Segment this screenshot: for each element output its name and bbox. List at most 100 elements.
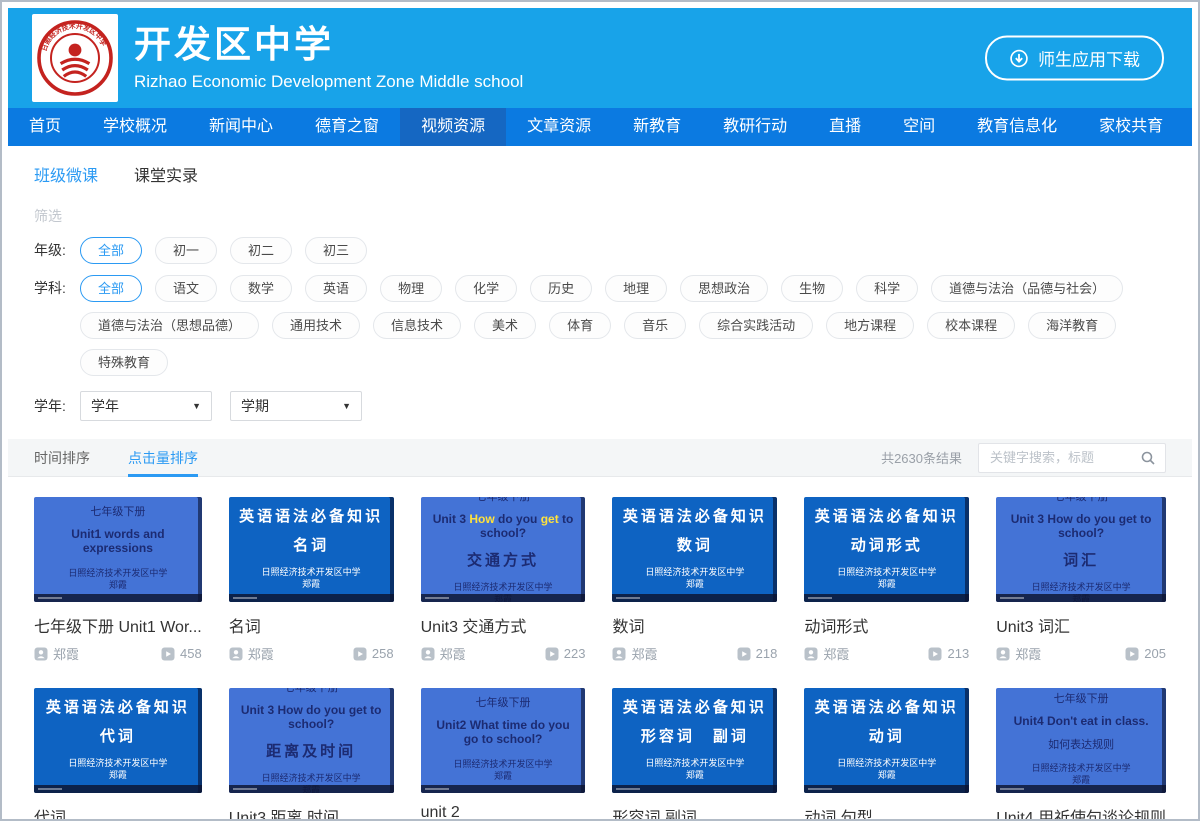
subject-pill[interactable]: 海洋教育 bbox=[1028, 312, 1116, 339]
video-thumbnail[interactable]: 英语语法必备知识数词日照经济技术开发区中学郑霞 bbox=[612, 497, 777, 602]
video-card[interactable]: 英语语法必备知识动词形式日照经济技术开发区中学郑霞动词形式郑霞213 bbox=[804, 497, 969, 663]
subject-pill[interactable]: 地理 bbox=[605, 275, 667, 302]
video-author: 郑霞 bbox=[421, 644, 466, 663]
term-select[interactable]: 学期 ▼ bbox=[230, 391, 362, 421]
video-card[interactable]: 七年级下册Unit4 Don't eat in class.如何表达规则日照经济… bbox=[996, 688, 1166, 821]
subject-pill[interactable]: 科学 bbox=[856, 275, 918, 302]
grade-pill[interactable]: 初二 bbox=[230, 237, 292, 264]
video-title: 动词形式 bbox=[804, 613, 969, 637]
nav-item[interactable]: 教育信息化 bbox=[956, 108, 1078, 146]
video-card[interactable]: 七年级下册Unit2 What time do you go to school… bbox=[421, 688, 586, 821]
resource-tab[interactable]: 课堂实录 bbox=[134, 162, 198, 186]
play-icon bbox=[161, 647, 175, 661]
subject-pill[interactable]: 校本课程 bbox=[927, 312, 1015, 339]
download-button-label: 师生应用下载 bbox=[1038, 46, 1140, 71]
video-card[interactable]: 七年级下册Unit 3 How do you get to school?交通方… bbox=[421, 497, 586, 663]
person-icon bbox=[612, 647, 626, 661]
search-input[interactable] bbox=[988, 449, 1140, 466]
video-thumbnail[interactable]: 七年级下册Unit 3 How do you get to school?交通方… bbox=[421, 497, 586, 602]
subject-pill[interactable]: 道德与法治（品德与社会） bbox=[931, 275, 1123, 302]
download-button[interactable]: 师生应用下载 bbox=[985, 36, 1164, 81]
grade-pill[interactable]: 全部 bbox=[80, 237, 142, 264]
video-thumbnail[interactable]: 英语语法必备知识动词日照经济技术开发区中学郑霞 bbox=[804, 688, 969, 793]
video-thumbnail[interactable]: 七年级下册Unit4 Don't eat in class.如何表达规则日照经济… bbox=[996, 688, 1166, 793]
video-thumbnail[interactable]: 英语语法必备知识动词形式日照经济技术开发区中学郑霞 bbox=[804, 497, 969, 602]
thumbnail-text-line: Unit4 Don't eat in class. bbox=[1014, 714, 1149, 728]
video-card[interactable]: 七年级下册Unit 3 How do you get to school?词汇日… bbox=[996, 497, 1166, 663]
subject-pill[interactable]: 地方课程 bbox=[826, 312, 914, 339]
video-thumbnail[interactable]: 七年级下册Unit1 words and expressions日照经济技术开发… bbox=[34, 497, 202, 602]
nav-item[interactable]: 新闻中心 bbox=[188, 108, 294, 146]
thumbnail-text-line: Unit2 What time do you go to school? bbox=[428, 718, 579, 746]
subject-pill[interactable]: 全部 bbox=[80, 275, 142, 302]
subject-pill[interactable]: 道德与法治（思想品德） bbox=[80, 312, 259, 339]
subject-pill[interactable]: 物理 bbox=[380, 275, 442, 302]
video-card[interactable]: 英语语法必备知识动词日照经济技术开发区中学郑霞动词 句型郑霞162 bbox=[804, 688, 969, 821]
thumbnail-text-line: 郑霞 bbox=[302, 579, 320, 591]
video-card[interactable]: 英语语法必备知识名词日照经济技术开发区中学郑霞名词郑霞258 bbox=[229, 497, 394, 663]
subject-pill[interactable]: 音乐 bbox=[624, 312, 686, 339]
grade-pill[interactable]: 初三 bbox=[305, 237, 367, 264]
nav-item[interactable]: 新教育 bbox=[612, 108, 702, 146]
video-thumbnail[interactable]: 七年级下册Unit2 What time do you go to school… bbox=[421, 688, 586, 793]
subject-pill[interactable]: 生物 bbox=[781, 275, 843, 302]
main-nav: 首页学校概况新闻中心德育之窗视频资源文章资源新教育教研行动直播空间教育信息化家校… bbox=[8, 108, 1192, 146]
nav-item[interactable]: 直播 bbox=[808, 108, 882, 146]
thumbnail-text-line: 七年级下册 bbox=[1054, 690, 1109, 706]
subject-pill[interactable]: 思想政治 bbox=[680, 275, 768, 302]
video-title: Unit3 交通方式 bbox=[421, 613, 586, 637]
grade-pills: 全部初一初二初三 bbox=[80, 237, 367, 264]
sort-tab[interactable]: 时间排序 bbox=[34, 439, 90, 477]
nav-item[interactable]: 学校概况 bbox=[82, 108, 188, 146]
nav-item[interactable]: 禁毒展览馆 bbox=[1184, 108, 1200, 146]
video-view-count: 205 bbox=[1125, 646, 1166, 661]
play-icon bbox=[545, 647, 559, 661]
sort-tab[interactable]: 点击量排序 bbox=[128, 439, 198, 477]
nav-item[interactable]: 教研行动 bbox=[702, 108, 808, 146]
subject-pill[interactable]: 通用技术 bbox=[272, 312, 360, 339]
search-box bbox=[978, 443, 1166, 473]
video-view-count-value: 223 bbox=[564, 646, 586, 661]
school-emblem-icon: 日照经济技术开发区中学 bbox=[35, 18, 115, 98]
nav-item[interactable]: 空间 bbox=[882, 108, 956, 146]
play-icon bbox=[737, 647, 751, 661]
grade-pill[interactable]: 初一 bbox=[155, 237, 217, 264]
video-view-count: 258 bbox=[353, 646, 394, 661]
subject-pill[interactable]: 英语 bbox=[305, 275, 367, 302]
nav-item[interactable]: 首页 bbox=[8, 108, 82, 146]
nav-item[interactable]: 文章资源 bbox=[506, 108, 612, 146]
subject-pill[interactable]: 数学 bbox=[230, 275, 292, 302]
video-thumbnail[interactable]: 英语语法必备知识名词日照经济技术开发区中学郑霞 bbox=[229, 497, 394, 602]
video-card[interactable]: 七年级下册Unit1 words and expressions日照经济技术开发… bbox=[34, 497, 202, 663]
subject-pill[interactable]: 美术 bbox=[474, 312, 536, 339]
subject-pill[interactable]: 化学 bbox=[455, 275, 517, 302]
search-icon[interactable] bbox=[1140, 450, 1156, 466]
video-thumbnail[interactable]: 七年级下册Unit 3 How do you get to school?距离及… bbox=[229, 688, 394, 793]
video-thumbnail[interactable]: 英语语法必备知识形容词 副词日照经济技术开发区中学郑霞 bbox=[612, 688, 777, 793]
video-card[interactable]: 英语语法必备知识数词日照经济技术开发区中学郑霞数词郑霞218 bbox=[612, 497, 777, 663]
result-count: 共2630条结果 bbox=[881, 448, 962, 467]
video-card[interactable]: 英语语法必备知识形容词 副词日照经济技术开发区中学郑霞形容词 副词郑霞171 bbox=[612, 688, 777, 821]
resource-tab[interactable]: 班级微课 bbox=[34, 162, 98, 186]
chevron-down-icon: ▼ bbox=[192, 401, 201, 411]
school-names: 开发区中学 Rizhao Economic Development Zone M… bbox=[134, 24, 523, 93]
thumbnail-text-line: 郑霞 bbox=[686, 770, 704, 782]
subject-pill[interactable]: 特殊教育 bbox=[80, 349, 168, 376]
school-year-select[interactable]: 学年 ▼ bbox=[80, 391, 212, 421]
nav-item[interactable]: 家校共育 bbox=[1078, 108, 1184, 146]
subject-pill[interactable]: 历史 bbox=[530, 275, 592, 302]
subject-pill[interactable]: 信息技术 bbox=[373, 312, 461, 339]
thumbnail-text-line: 日照经济技术开发区中学 bbox=[645, 758, 744, 770]
video-view-count: 218 bbox=[737, 646, 778, 661]
nav-item[interactable]: 视频资源 bbox=[400, 108, 506, 146]
subject-pill[interactable]: 综合实践活动 bbox=[699, 312, 813, 339]
subject-pill[interactable]: 语文 bbox=[155, 275, 217, 302]
subject-pill[interactable]: 体育 bbox=[549, 312, 611, 339]
nav-item[interactable]: 德育之窗 bbox=[294, 108, 400, 146]
thumbnail-text-line: 郑霞 bbox=[1072, 594, 1090, 602]
video-thumbnail[interactable]: 英语语法必备知识代词日照经济技术开发区中学郑霞 bbox=[34, 688, 202, 793]
video-thumbnail[interactable]: 七年级下册Unit 3 How do you get to school?词汇日… bbox=[996, 497, 1166, 602]
year-filter-label: 学年: bbox=[34, 393, 80, 420]
video-card[interactable]: 英语语法必备知识代词日照经济技术开发区中学郑霞代词郑霞191 bbox=[34, 688, 202, 821]
video-card[interactable]: 七年级下册Unit 3 How do you get to school?距离及… bbox=[229, 688, 394, 821]
